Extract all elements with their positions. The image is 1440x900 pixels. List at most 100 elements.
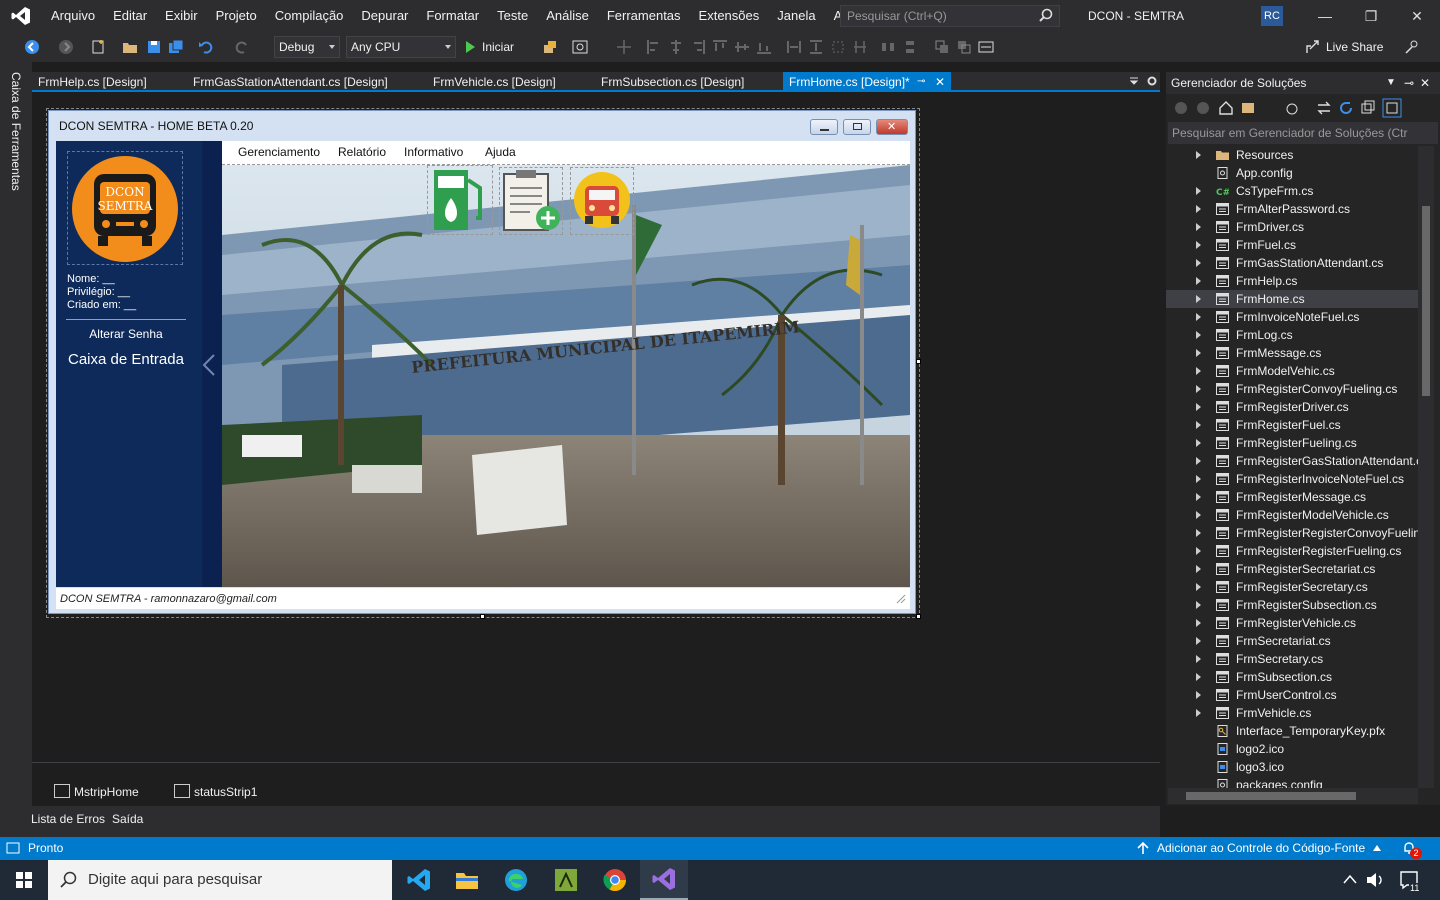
tab-error-list[interactable]: Lista de Erros <box>31 812 105 826</box>
solution-platform-dropdown[interactable]: Any CPU <box>346 36 456 58</box>
expand-arrow-icon[interactable] <box>1196 709 1201 717</box>
expand-arrow-icon[interactable] <box>1196 529 1201 537</box>
live-share-button[interactable]: Live Share <box>1306 32 1383 62</box>
solution-tree-item[interactable]: FrmRegisterFueling.cs <box>1166 434 1418 452</box>
solution-tree-item[interactable]: FrmMessage.cs <box>1166 344 1418 362</box>
show-all-files-icon[interactable] <box>1382 98 1402 118</box>
new-register-button[interactable] <box>499 167 563 235</box>
solution-tree-item[interactable]: packages.config <box>1166 776 1418 788</box>
solution-tree-item[interactable]: FrmRegisterSubsection.cs <box>1166 596 1418 614</box>
tab-frmhome-design[interactable]: FrmHome.cs [Design]* ⊸ ✕ <box>783 72 951 92</box>
quick-launch-search[interactable]: Pesquisar (Ctrl+Q) <box>840 5 1060 27</box>
menu-projeto[interactable]: Projeto <box>207 0 266 32</box>
solution-tree-item[interactable]: FrmRegisterRegisterConvoyFuelin <box>1166 524 1418 542</box>
tab-list-dropdown-icon[interactable] <box>1128 75 1140 87</box>
expand-arrow-icon[interactable] <box>1196 403 1201 411</box>
taskbar-file-explorer[interactable] <box>443 860 491 900</box>
start-debugging-button[interactable]: Iniciar <box>464 36 514 58</box>
add-to-source-control-button[interactable]: Adicionar ao Controle do Código-Fonte <box>1157 841 1365 855</box>
menu-analise[interactable]: Análise <box>537 0 598 32</box>
expand-arrow-icon[interactable] <box>1196 637 1201 645</box>
menu-extensoes[interactable]: Extensões <box>690 0 769 32</box>
menu-depurar[interactable]: Depurar <box>352 0 417 32</box>
restore-button[interactable]: ❐ <box>1348 0 1394 32</box>
solution-tree-item[interactable]: FrmLog.cs <box>1166 326 1418 344</box>
solution-tree-item[interactable]: FrmRegisterGasStationAttendant.c <box>1166 452 1418 470</box>
refresh-icon[interactable] <box>1338 100 1354 116</box>
fuel-station-button[interactable] <box>427 165 493 235</box>
solution-tree-item[interactable]: FrmRegisterDriver.cs <box>1166 398 1418 416</box>
expand-arrow-icon[interactable] <box>1196 277 1201 285</box>
sync-with-document-icon[interactable] <box>1316 100 1332 116</box>
menu-teste[interactable]: Teste <box>488 0 537 32</box>
expand-arrow-icon[interactable] <box>1196 385 1201 393</box>
solution-tree-item[interactable]: FrmRegisterModelVehicle.cs <box>1166 506 1418 524</box>
solution-tree-item[interactable]: FrmRegisterSecretary.cs <box>1166 578 1418 596</box>
output-window-icon[interactable] <box>6 842 20 854</box>
undo-icon[interactable] <box>198 39 214 55</box>
open-file-icon[interactable] <box>122 39 138 55</box>
tab-output[interactable]: Saída <box>112 812 143 826</box>
taskbar-vscode[interactable] <box>395 860 443 900</box>
menu-ajuda[interactable]: Ajuda <box>485 145 516 159</box>
tab-frmvehicle-design[interactable]: FrmVehicle.cs [Design] <box>427 72 562 92</box>
forward-icon[interactable] <box>1196 101 1210 115</box>
expand-arrow-icon[interactable] <box>1196 223 1201 231</box>
expand-arrow-icon[interactable] <box>1196 475 1201 483</box>
save-icon[interactable] <box>146 39 162 55</box>
expand-arrow-icon[interactable] <box>1196 691 1201 699</box>
expand-arrow-icon[interactable] <box>1196 241 1201 249</box>
scrollbar-thumb[interactable] <box>1186 792 1356 800</box>
tray-item-mstriphome[interactable]: MstripHome <box>54 784 139 799</box>
solution-tree-item[interactable]: Resources <box>1166 146 1418 164</box>
redo-icon[interactable] <box>234 39 250 55</box>
solution-tree-item[interactable]: FrmDriver.cs <box>1166 218 1418 236</box>
expand-arrow-icon[interactable] <box>1196 349 1201 357</box>
taskbar-sql-tool[interactable] <box>542 860 590 900</box>
close-tab-icon[interactable]: ✕ <box>935 72 945 92</box>
auto-hide-pin-icon[interactable]: ⊸ <box>1404 72 1414 94</box>
expand-arrow-icon[interactable] <box>1196 547 1201 555</box>
tab-frmsubsection-design[interactable]: FrmSubsection.cs [Design] <box>595 72 750 92</box>
tab-frmgasstationattendant-design[interactable]: FrmGasStationAttendant.cs [Design] <box>187 72 394 92</box>
menu-editar[interactable]: Editar <box>104 0 156 32</box>
expand-arrow-icon[interactable] <box>1196 205 1201 213</box>
solution-tree-item[interactable]: logo2.ico <box>1166 740 1418 758</box>
solution-tree-item[interactable]: FrmHelp.cs <box>1166 272 1418 290</box>
solution-tree-item[interactable]: FrmUserControl.cs <box>1166 686 1418 704</box>
back-icon[interactable] <box>1174 101 1188 115</box>
user-avatar[interactable]: RC <box>1261 6 1283 26</box>
solution-tree-item[interactable]: FrmRegisterVehicle.cs <box>1166 614 1418 632</box>
solution-tree-vertical-scrollbar[interactable] <box>1418 146 1434 788</box>
solution-tree-item[interactable]: Interface_TemporaryKey.pfx <box>1166 722 1418 740</box>
menu-ferramentas[interactable]: Ferramentas <box>598 0 690 32</box>
navigate-back-icon[interactable] <box>24 39 40 55</box>
menu-janela[interactable]: Janela <box>768 0 824 32</box>
new-project-icon[interactable] <box>90 39 106 55</box>
tab-frmhelp-design[interactable]: FrmHelp.cs [Design] <box>32 72 153 92</box>
taskbar-visual-studio[interactable] <box>640 860 688 900</box>
expand-arrow-icon[interactable] <box>1196 367 1201 375</box>
menu-arquivo[interactable]: Arquivo <box>42 0 104 32</box>
solution-tree-item[interactable]: FrmSubsection.cs <box>1166 668 1418 686</box>
expand-arrow-icon[interactable] <box>1196 295 1201 303</box>
collapse-all-icon[interactable] <box>1360 100 1376 116</box>
expand-arrow-icon[interactable] <box>1196 259 1201 267</box>
expand-arrow-icon[interactable] <box>1196 151 1201 159</box>
solution-tree-item[interactable]: FrmRegisterMessage.cs <box>1166 488 1418 506</box>
expand-arrow-icon[interactable] <box>1196 619 1201 627</box>
resize-handle-right[interactable] <box>916 359 921 364</box>
expand-arrow-icon[interactable] <box>1196 331 1201 339</box>
solution-tree-item[interactable]: FrmRegisterInvoiceNoteFuel.cs <box>1166 470 1418 488</box>
solution-tree-item[interactable]: FrmHome.cs <box>1166 290 1418 308</box>
expand-arrow-icon[interactable] <box>1196 439 1201 447</box>
menu-exibir[interactable]: Exibir <box>156 0 207 32</box>
taskbar-edge[interactable] <box>492 860 540 900</box>
solution-tree-item[interactable]: FrmFuel.cs <box>1166 236 1418 254</box>
expand-arrow-icon[interactable] <box>1196 655 1201 663</box>
menu-formatar[interactable]: Formatar <box>417 0 488 32</box>
volume-icon[interactable] <box>1366 872 1384 888</box>
switch-views-icon[interactable] <box>1240 100 1256 116</box>
expand-arrow-icon[interactable] <box>1196 601 1201 609</box>
close-button[interactable]: ✕ <box>1394 0 1440 32</box>
